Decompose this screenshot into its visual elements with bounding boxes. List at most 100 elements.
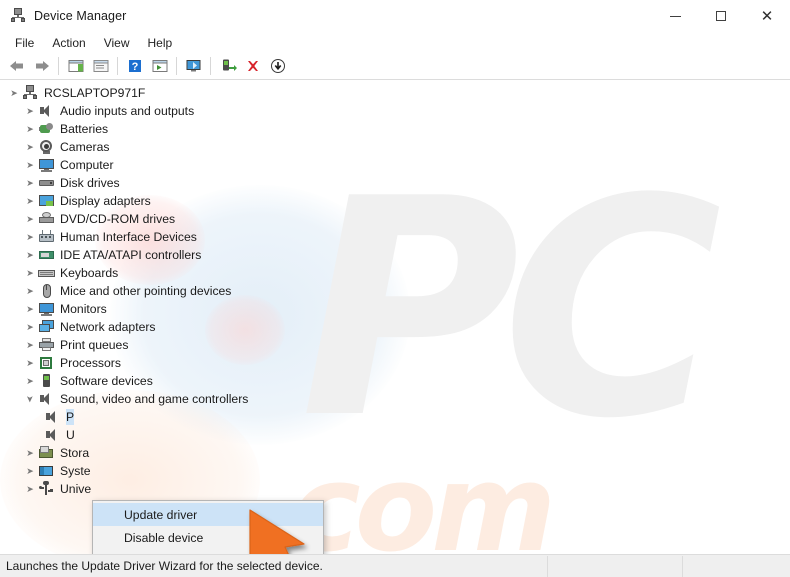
tree-item-label: Processors <box>60 356 121 370</box>
tree-item-sound-video-and-game-controllers[interactable]: ➤ Sound, video and game controllers <box>0 390 790 408</box>
tree-item-universal-serial-bus-controllers[interactable]: ➤ Unive <box>0 480 790 498</box>
display-adapter-icon <box>38 193 55 209</box>
enable-device-icon[interactable] <box>215 55 240 78</box>
tree-item-storage-controllers[interactable]: ➤ Stora <box>0 444 790 462</box>
tree-root-row[interactable]: ➤ RCSLAPTOP971F <box>0 84 790 102</box>
storage-controller-icon <box>38 445 55 461</box>
tree-item-processors[interactable]: ➤ Processors <box>0 354 790 372</box>
chevron-right-icon[interactable]: ➤ <box>22 265 38 281</box>
tree-item-keyboards[interactable]: ➤ Keyboards <box>0 264 790 282</box>
tree-item-display-adapters[interactable]: ➤ Display adapters <box>0 192 790 210</box>
toolbar-separator <box>117 57 118 75</box>
title-bar: Device Manager ✕ <box>0 0 790 32</box>
context-menu-item-disable-device[interactable]: Disable device <box>93 526 323 549</box>
tree-item-disk-drives[interactable]: ➤ Disk drives <box>0 174 790 192</box>
chevron-down-icon[interactable]: ➤ <box>6 85 22 101</box>
tree-item-audio-inputs-and-outputs[interactable]: ➤ Audio inputs and outputs <box>0 102 790 120</box>
tree-item-human-interface-devices[interactable]: ➤ Human Interface Devices <box>0 228 790 246</box>
tree-item-monitors[interactable]: ➤ Monitors <box>0 300 790 318</box>
menu-help[interactable]: Help <box>139 34 182 52</box>
chevron-right-icon[interactable]: ➤ <box>22 193 38 209</box>
network-adapter-icon <box>38 319 55 335</box>
chevron-down-icon[interactable]: ➤ <box>22 391 38 407</box>
chevron-right-icon[interactable]: ➤ <box>22 445 38 461</box>
window-title: Device Manager <box>34 9 127 23</box>
tree-item-label: Stora <box>60 446 90 460</box>
disable-device-icon[interactable] <box>265 55 290 78</box>
chevron-right-icon[interactable]: ➤ <box>22 463 38 479</box>
menu-file[interactable]: File <box>6 34 43 52</box>
chevron-right-icon[interactable]: ➤ <box>22 175 38 191</box>
speaker-icon <box>38 391 55 407</box>
uninstall-device-icon[interactable] <box>240 55 265 78</box>
tree-item-print-queues[interactable]: ➤ Print queues <box>0 336 790 354</box>
usb-icon <box>38 481 55 497</box>
chevron-right-icon[interactable]: ➤ <box>22 211 38 227</box>
tree-item-audio-device-2[interactable]: U <box>0 426 790 444</box>
chevron-right-icon[interactable]: ➤ <box>22 229 38 245</box>
tree-item-network-adapters[interactable]: ➤ Network adapters <box>0 318 790 336</box>
back-icon[interactable] <box>4 55 29 78</box>
tree-item-mice-and-other-pointing-devices[interactable]: ➤ Mice and other pointing devices <box>0 282 790 300</box>
properties-icon[interactable] <box>88 55 113 78</box>
close-button[interactable]: ✕ <box>744 0 790 32</box>
monitor-icon <box>38 157 55 173</box>
chevron-right-icon[interactable]: ➤ <box>22 103 38 119</box>
tree-item-selected-audio-device[interactable]: P <box>0 408 790 426</box>
tree-item-label: Mice and other pointing devices <box>60 284 232 298</box>
tree-item-label: Cameras <box>60 140 110 154</box>
help-icon[interactable]: ? <box>122 55 147 78</box>
speaker-icon <box>38 103 55 119</box>
context-menu-item-update-driver[interactable]: Update driver <box>93 503 323 526</box>
minimize-icon <box>669 15 681 17</box>
tree-item-computer[interactable]: ➤ Computer <box>0 156 790 174</box>
update-driver-icon[interactable] <box>181 55 206 78</box>
scan-for-hardware-changes-icon[interactable] <box>147 55 172 78</box>
menu-action[interactable]: Action <box>43 34 94 52</box>
disk-drive-icon <box>38 175 55 191</box>
computer-root-icon <box>22 85 39 101</box>
tree-item-batteries[interactable]: ➤ Batteries <box>0 120 790 138</box>
chevron-right-icon[interactable]: ➤ <box>22 301 38 317</box>
tree-item-software-devices[interactable]: ➤ Software devices <box>0 372 790 390</box>
speaker-icon <box>44 409 61 425</box>
toolbar-separator <box>176 57 177 75</box>
dvd-drive-icon <box>38 211 55 227</box>
chevron-right-icon[interactable]: ➤ <box>22 355 38 371</box>
chevron-right-icon[interactable]: ➤ <box>22 481 38 497</box>
tree-item-cameras[interactable]: ➤ Cameras <box>0 138 790 156</box>
monitor-icon <box>38 301 55 317</box>
status-bar: Launches the Update Driver Wizard for th… <box>0 554 790 577</box>
battery-icon <box>38 121 55 137</box>
show-hide-console-tree-icon[interactable] <box>63 55 88 78</box>
chevron-right-icon[interactable]: ➤ <box>22 247 38 263</box>
status-message: Launches the Update Driver Wizard for th… <box>0 555 548 577</box>
menu-view[interactable]: View <box>95 34 139 52</box>
close-icon: ✕ <box>760 7 774 25</box>
tree-item-label: Syste <box>60 464 91 478</box>
chevron-right-icon[interactable]: ➤ <box>22 319 38 335</box>
chevron-right-icon[interactable]: ➤ <box>22 139 38 155</box>
tree-item-label: U <box>66 428 75 442</box>
toolbar: ? <box>0 53 790 80</box>
tree-item-ide-ata-atapi-controllers[interactable]: ➤ IDE ATA/ATAPI controllers <box>0 246 790 264</box>
chevron-right-icon[interactable]: ➤ <box>22 373 38 389</box>
context-menu-item-uninstall-device[interactable]: Uninstall device <box>93 549 323 555</box>
toolbar-separator <box>58 57 59 75</box>
tree-item-label: Print queues <box>60 338 129 352</box>
tree-item-label: Human Interface Devices <box>60 230 197 244</box>
tree-item-dvd-cd-rom-drives[interactable]: ➤ DVD/CD-ROM drives <box>0 210 790 228</box>
chevron-right-icon[interactable]: ➤ <box>22 157 38 173</box>
forward-icon[interactable] <box>29 55 54 78</box>
maximize-button[interactable] <box>698 0 744 32</box>
chevron-right-icon[interactable]: ➤ <box>22 283 38 299</box>
tree-item-label: Disk drives <box>60 176 120 190</box>
chevron-right-icon[interactable]: ➤ <box>22 337 38 353</box>
maximize-icon <box>716 11 726 21</box>
minimize-button[interactable] <box>652 0 698 32</box>
tree-item-label: Network adapters <box>60 320 156 334</box>
system-device-icon <box>38 463 55 479</box>
tree-item-system-devices[interactable]: ➤ Syste <box>0 462 790 480</box>
chevron-right-icon[interactable]: ➤ <box>22 121 38 137</box>
tree-item-label: Sound, video and game controllers <box>60 392 249 406</box>
